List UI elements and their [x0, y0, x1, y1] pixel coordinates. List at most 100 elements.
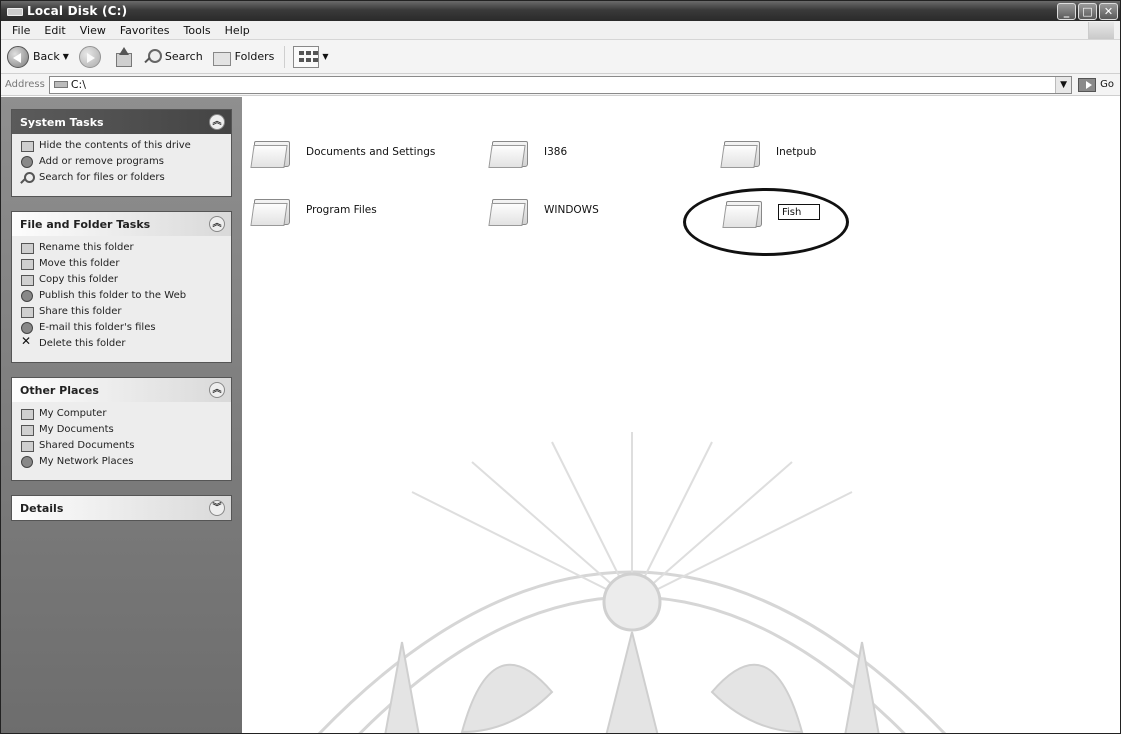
go-arrow-icon: [1078, 77, 1097, 92]
back-dropdown-icon[interactable]: ▼: [63, 52, 69, 61]
folders-button[interactable]: Folders: [212, 49, 274, 66]
menu-file[interactable]: File: [5, 24, 37, 37]
toolbar: Back ▼ Search Folders ▼: [1, 40, 1120, 74]
views-button[interactable]: ▼: [293, 45, 329, 68]
collapse-icon[interactable]: ︽: [209, 114, 225, 130]
folder-name: Program Files: [306, 204, 377, 216]
task-label: Publish this folder to the Web: [39, 290, 187, 301]
details-header[interactable]: Details ︾: [12, 496, 231, 520]
views-dropdown-icon[interactable]: ▼: [322, 52, 328, 61]
task-label: E-mail this folder's files: [39, 322, 156, 333]
folder-name: Inetpub: [776, 146, 817, 158]
email-icon: [20, 322, 34, 334]
go-button[interactable]: Go: [1072, 77, 1120, 92]
back-arrow-icon: [7, 45, 29, 68]
search-icon: [20, 172, 35, 184]
window-controls: _ □ ✕: [1057, 3, 1118, 20]
task-move-folder[interactable]: Move this folder: [20, 258, 225, 270]
highlight-circle: [683, 188, 849, 256]
up-folder-icon: [115, 46, 133, 67]
task-label: Copy this folder: [39, 274, 118, 285]
menu-edit[interactable]: Edit: [37, 24, 72, 37]
menu-tools[interactable]: Tools: [177, 24, 218, 37]
system-tasks-header[interactable]: System Tasks ︽: [12, 110, 231, 134]
details-title: Details: [20, 501, 64, 515]
maximize-button[interactable]: □: [1078, 3, 1097, 20]
folder-icon: [490, 137, 530, 167]
menu-view[interactable]: View: [73, 24, 113, 37]
place-my-computer[interactable]: My Computer: [20, 408, 225, 420]
other-places-header[interactable]: Other Places ︽: [12, 378, 231, 402]
back-label: Back: [33, 50, 60, 63]
views-grid-icon: [293, 45, 320, 68]
task-rename-folder[interactable]: Rename this folder: [20, 242, 225, 254]
forward-button[interactable]: [78, 45, 105, 68]
up-button[interactable]: [115, 46, 133, 67]
task-publish-folder[interactable]: Publish this folder to the Web: [20, 290, 225, 302]
task-pane: System Tasks ︽ Hide the contents of this…: [1, 97, 242, 733]
task-label: Rename this folder: [39, 242, 134, 253]
copy-folder-icon: [20, 274, 34, 286]
drive-icon: [53, 81, 68, 88]
task-label: Add or remove programs: [39, 156, 164, 167]
address-dropdown-icon[interactable]: ▼: [1055, 76, 1072, 93]
place-network-places[interactable]: My Network Places: [20, 456, 225, 468]
task-share-folder[interactable]: Share this folder: [20, 306, 225, 318]
folder-icon: [722, 137, 762, 167]
task-copy-folder[interactable]: Copy this folder: [20, 274, 225, 286]
other-places-panel: Other Places ︽ My Computer My Documents …: [11, 377, 232, 481]
globe-icon: [20, 290, 34, 302]
place-my-documents[interactable]: My Documents: [20, 424, 225, 436]
task-delete-folder[interactable]: Delete this folder: [20, 336, 225, 350]
task-label: Search for files or folders: [39, 172, 165, 183]
task-label: Delete this folder: [39, 338, 126, 349]
address-bar: Address C:\ ▼ Go: [1, 74, 1120, 96]
task-search-files[interactable]: Search for files or folders: [20, 172, 225, 184]
add-remove-programs-icon: [20, 156, 34, 168]
details-panel: Details ︾: [11, 495, 232, 521]
task-hide-contents[interactable]: Hide the contents of this drive: [20, 140, 225, 152]
close-button[interactable]: ✕: [1099, 3, 1118, 20]
hide-contents-icon: [20, 140, 34, 152]
file-folder-tasks-title: File and Folder Tasks: [20, 217, 151, 231]
go-label: Go: [1100, 79, 1114, 90]
system-tasks-panel: System Tasks ︽ Hide the contents of this…: [11, 109, 232, 197]
rename-icon: [20, 242, 34, 254]
menu-help[interactable]: Help: [218, 24, 257, 37]
task-label: Share this folder: [39, 306, 122, 317]
explorer-window: Local Disk (C:) _ □ ✕ File Edit View Fav…: [0, 0, 1121, 734]
collapse-icon[interactable]: ︽: [209, 382, 225, 398]
place-label: My Documents: [39, 424, 114, 435]
folder-icon: [252, 195, 292, 225]
task-add-remove-programs[interactable]: Add or remove programs: [20, 156, 225, 168]
search-label: Search: [164, 50, 203, 63]
move-folder-icon: [20, 258, 34, 270]
delete-icon: [20, 336, 34, 350]
folder-icon: [490, 195, 530, 225]
folder-program-files[interactable]: Program Files: [252, 195, 377, 225]
folder-content-area[interactable]: Documents and Settings I386 Inetpub Prog…: [242, 97, 1120, 733]
title-bar[interactable]: Local Disk (C:) _ □ ✕: [1, 1, 1120, 21]
task-email-files[interactable]: E-mail this folder's files: [20, 322, 225, 334]
minimize-button[interactable]: _: [1057, 3, 1076, 20]
folder-documents-and-settings[interactable]: Documents and Settings: [252, 137, 435, 167]
window-title: Local Disk (C:): [27, 4, 128, 18]
folder-i386[interactable]: I386: [490, 137, 567, 167]
system-tasks-title: System Tasks: [20, 115, 104, 129]
folder-windows[interactable]: WINDOWS: [490, 195, 599, 225]
address-field[interactable]: C:\ ▼: [48, 75, 1073, 94]
address-label: Address: [5, 79, 45, 90]
menu-favorites[interactable]: Favorites: [113, 24, 177, 37]
share-icon: [20, 306, 34, 318]
search-button[interactable]: Search: [143, 48, 203, 66]
place-shared-documents[interactable]: Shared Documents: [20, 440, 225, 452]
network-icon: [20, 456, 34, 468]
file-folder-tasks-header[interactable]: File and Folder Tasks ︽: [12, 212, 231, 236]
folder-inetpub[interactable]: Inetpub: [722, 137, 816, 167]
documents-folder-icon: [20, 424, 34, 436]
search-icon: [143, 48, 162, 66]
drive-icon: [7, 6, 23, 16]
collapse-icon[interactable]: ︽: [209, 216, 225, 232]
expand-icon[interactable]: ︾: [209, 500, 225, 516]
back-button[interactable]: Back ▼: [7, 45, 69, 68]
